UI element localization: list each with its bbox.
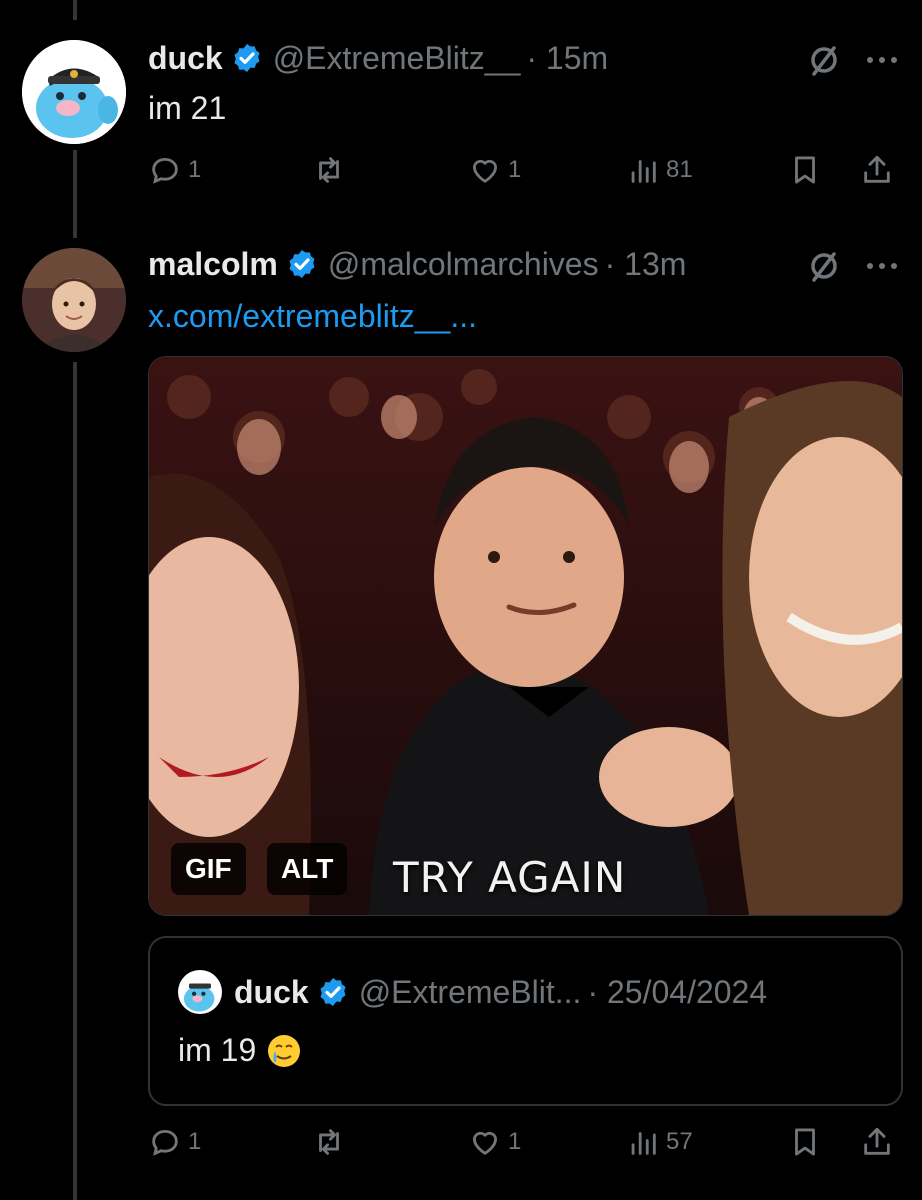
timestamp[interactable]: · 13m bbox=[605, 246, 687, 283]
views-icon bbox=[631, 1132, 656, 1155]
quoted-tweet[interactable] bbox=[148, 936, 903, 1106]
share-icon bbox=[864, 155, 890, 183]
tweet-duck[interactable]: duck @ExtremeBlitz__ · 15m im 21 1 1 81 bbox=[0, 0, 922, 230]
share-button[interactable] bbox=[860, 1120, 894, 1164]
repost-icon bbox=[319, 1129, 339, 1155]
quoted-handle: @ExtremeBlit... bbox=[358, 973, 582, 1010]
views-button[interactable]: 57 bbox=[626, 1120, 693, 1164]
quoted-display-name: duck bbox=[234, 973, 309, 1010]
view-count: 81 bbox=[666, 156, 693, 183]
bookmark-icon bbox=[795, 156, 815, 184]
like-count: 1 bbox=[508, 156, 522, 183]
handle[interactable]: @ExtremeBlitz__ bbox=[273, 40, 521, 77]
repost-button[interactable] bbox=[312, 148, 352, 192]
action-bar: 1 1 81 bbox=[148, 148, 908, 192]
display-name[interactable]: duck bbox=[148, 40, 223, 77]
handle[interactable]: @malcolmarchives bbox=[328, 246, 599, 283]
display-name[interactable]: malcolm bbox=[148, 246, 278, 283]
bookmark-icon bbox=[795, 1128, 815, 1156]
gif-media[interactable]: GIF ALT TRY AGAIN bbox=[148, 356, 903, 916]
verified-badge-icon bbox=[320, 978, 346, 1006]
repost-icon bbox=[319, 157, 339, 183]
gif-caption: TRY AGAIN bbox=[393, 853, 627, 902]
reply-count: 1 bbox=[188, 1128, 202, 1155]
tweet-header: malcolm @malcolmarchives · 13m bbox=[148, 244, 686, 284]
malcolm-avatar-icon bbox=[22, 248, 126, 352]
like-button[interactable]: 1 bbox=[468, 148, 521, 192]
verified-badge-icon[interactable] bbox=[286, 248, 318, 280]
grok-icon[interactable] bbox=[804, 246, 844, 286]
share-icon bbox=[864, 1127, 890, 1155]
avatar[interactable] bbox=[22, 40, 126, 144]
heart-icon bbox=[472, 159, 498, 183]
more-options-icon[interactable] bbox=[862, 246, 902, 286]
gif-frame-image bbox=[149, 357, 902, 915]
share-button[interactable] bbox=[860, 148, 894, 192]
reply-icon bbox=[152, 157, 178, 184]
reply-button[interactable]: 1 bbox=[148, 148, 201, 192]
duck-avatar-icon bbox=[178, 970, 222, 1014]
repost-button[interactable] bbox=[312, 1120, 352, 1164]
quoted-date: · 25/04/2024 bbox=[587, 973, 768, 1010]
timestamp[interactable]: · 15m bbox=[526, 40, 608, 77]
views-icon bbox=[631, 160, 656, 183]
more-options-icon[interactable] bbox=[862, 40, 902, 80]
gif-badge: GIF bbox=[171, 843, 246, 895]
view-count: 57 bbox=[666, 1128, 693, 1155]
reply-icon bbox=[152, 1129, 178, 1156]
action-bar: 1 1 57 bbox=[148, 1120, 908, 1164]
grok-icon[interactable] bbox=[804, 40, 844, 80]
reply-count: 1 bbox=[188, 156, 202, 183]
quoted-text: im 19 bbox=[178, 1032, 257, 1068]
quoted-text-row: im 19 bbox=[178, 1032, 302, 1069]
reply-button[interactable]: 1 bbox=[148, 1120, 201, 1164]
heart-icon bbox=[472, 1131, 498, 1155]
quoted-avatar bbox=[178, 970, 222, 1014]
like-button[interactable]: 1 bbox=[468, 1120, 521, 1164]
tweet-header: duck @ExtremeBlitz__ · 15m bbox=[148, 38, 608, 78]
like-count: 1 bbox=[508, 1128, 522, 1155]
tweet-text: im 21 bbox=[148, 90, 227, 126]
bookmark-button[interactable] bbox=[788, 1120, 822, 1164]
tearful-smile-emoji-icon bbox=[268, 1034, 301, 1067]
verified-badge-icon[interactable] bbox=[231, 42, 263, 74]
avatar[interactable] bbox=[22, 248, 126, 352]
quoted-tweet-header: duck @ExtremeBlit... · 25/04/2024 bbox=[178, 970, 768, 1014]
duck-avatar-icon bbox=[22, 40, 126, 144]
alt-text-button[interactable]: ALT bbox=[267, 843, 348, 895]
views-button[interactable]: 81 bbox=[626, 148, 693, 192]
bookmark-button[interactable] bbox=[788, 148, 822, 192]
tweet-link[interactable]: x.com/extremeblitz__... bbox=[148, 298, 477, 335]
